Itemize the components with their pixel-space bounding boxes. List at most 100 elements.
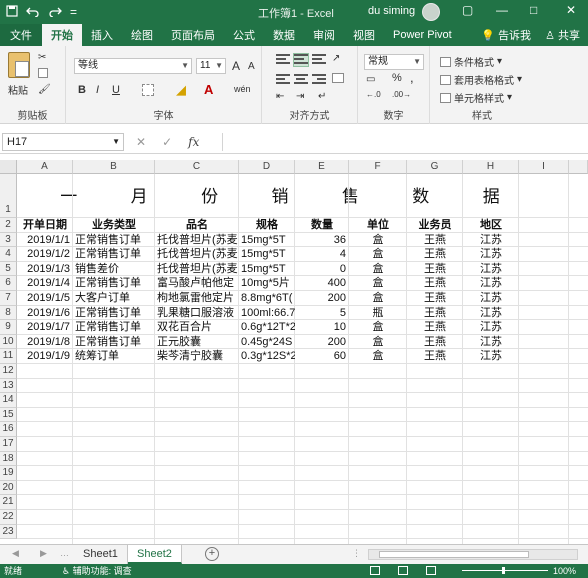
data-cell[interactable]: 枸地氯雷他定片: [157, 291, 239, 306]
data-cell[interactable]: 400: [295, 276, 349, 291]
paste-button[interactable]: 粘贴: [8, 82, 28, 97]
data-cell[interactable]: 15mg*5T: [241, 247, 295, 262]
avatar[interactable]: [422, 3, 440, 21]
header-cell[interactable]: 品名: [155, 218, 239, 233]
italic-button[interactable]: I: [96, 84, 99, 96]
cell-styles-button[interactable]: 单元格样式 ▾: [440, 90, 512, 105]
row-header-6[interactable]: 6: [0, 276, 17, 291]
row-header-20[interactable]: 20: [0, 480, 17, 496]
format-as-table-button[interactable]: 套用表格格式 ▾: [440, 72, 522, 87]
tab-formulas[interactable]: 公式: [224, 24, 264, 46]
data-cell[interactable]: 江苏: [463, 349, 519, 364]
data-cell[interactable]: 王燕: [407, 306, 463, 321]
data-cell[interactable]: 王燕: [407, 262, 463, 277]
data-cell[interactable]: 王燕: [407, 335, 463, 350]
column-header-i[interactable]: I: [519, 160, 569, 174]
worksheet-grid[interactable]: 一 月 份 销 售 数 据 A B C D E F G H I 1 2 3 4 5 6 7 8 9 10 11 12 13…: [0, 160, 588, 544]
more-sheets-icon[interactable]: …: [60, 548, 69, 558]
column-header-g[interactable]: G: [407, 160, 463, 174]
data-cell[interactable]: 王燕: [407, 349, 463, 364]
row-header-7[interactable]: 7: [0, 291, 17, 306]
bold-button[interactable]: B: [78, 84, 86, 96]
row-header-14[interactable]: 14: [0, 393, 17, 408]
paste-icon[interactable]: [8, 52, 30, 78]
increase-decimal-icon[interactable]: ←.0: [366, 90, 381, 99]
data-cell[interactable]: 15mg*5T: [241, 233, 295, 248]
underline-button[interactable]: U: [112, 84, 120, 96]
accounting-format-icon[interactable]: ▭: [366, 74, 375, 85]
minimize-icon[interactable]: —: [496, 3, 508, 17]
font-size-combo[interactable]: 11 ▼: [196, 58, 226, 74]
row-header-21[interactable]: 21: [0, 495, 17, 510]
data-cell[interactable]: 王燕: [407, 320, 463, 335]
data-cell[interactable]: 0: [295, 262, 349, 277]
tab-insert[interactable]: 插入: [82, 24, 122, 46]
column-header-e[interactable]: E: [295, 160, 349, 174]
data-cell[interactable]: 2019/1/4: [17, 276, 73, 291]
data-cell[interactable]: 盒: [349, 247, 407, 262]
row-header-13[interactable]: 13: [0, 378, 17, 394]
data-cell[interactable]: 正常销售订单: [75, 320, 155, 335]
data-cell[interactable]: 15mg*5T: [241, 262, 295, 277]
row-header-3[interactable]: 3: [0, 232, 17, 248]
percent-style-button[interactable]: %: [392, 72, 402, 84]
page-break-view-icon[interactable]: [426, 566, 436, 575]
data-cell[interactable]: 江苏: [463, 306, 519, 321]
left-align-icon[interactable]: [276, 74, 290, 86]
borders-icon[interactable]: [142, 84, 154, 96]
column-header-b[interactable]: B: [73, 160, 155, 174]
formula-input[interactable]: [222, 133, 578, 151]
data-cell[interactable]: 双花百合片: [157, 320, 239, 335]
header-cell[interactable]: 数量: [295, 218, 349, 233]
wrap-text-icon[interactable]: ↵: [318, 91, 326, 102]
column-header-c[interactable]: C: [155, 160, 239, 174]
data-cell[interactable]: 盒: [349, 320, 407, 335]
data-cell[interactable]: 200: [295, 291, 349, 306]
row-header-12[interactable]: 12: [0, 364, 17, 379]
data-cell[interactable]: 8.8mg*6T(: [241, 291, 295, 306]
font-name-combo[interactable]: 等线 ▼: [74, 58, 192, 74]
center-align-icon[interactable]: [294, 74, 308, 86]
data-cell[interactable]: 江苏: [463, 291, 519, 306]
data-cell[interactable]: 10: [295, 320, 349, 335]
data-cell[interactable]: 乳果糖口服溶液: [157, 306, 239, 321]
data-cell[interactable]: 100ml:66.7: [241, 306, 295, 321]
row-header-23[interactable]: 23: [0, 524, 17, 540]
tab-review[interactable]: 审阅: [304, 24, 344, 46]
header-cell[interactable]: 业务类型: [73, 218, 155, 233]
data-cell[interactable]: 统筹订单: [75, 349, 155, 364]
zoom-level[interactable]: 100%: [553, 564, 576, 578]
sheet-title[interactable]: 一 月 份 销 售 数 据: [41, 184, 543, 210]
data-cell[interactable]: 盒: [349, 335, 407, 350]
merge-center-icon[interactable]: [332, 73, 344, 83]
tab-power-pivot[interactable]: Power Pivot: [384, 24, 461, 46]
data-cell[interactable]: 盒: [349, 291, 407, 306]
data-cell[interactable]: 60: [295, 349, 349, 364]
data-cell[interactable]: 盒: [349, 262, 407, 277]
sheet-tab-sheet1[interactable]: Sheet1: [74, 545, 128, 564]
format-painter-icon[interactable]: 🖌: [38, 84, 51, 95]
column-header-d[interactable]: D: [239, 160, 295, 174]
data-cell[interactable]: 江苏: [463, 262, 519, 277]
name-box[interactable]: H17 ▼: [2, 133, 124, 151]
middle-align-icon[interactable]: [293, 53, 309, 67]
data-cell[interactable]: 王燕: [407, 291, 463, 306]
data-cell[interactable]: 2019/1/6: [17, 306, 73, 321]
data-cell[interactable]: 托伐普坦片(苏麦: [157, 262, 239, 277]
row-header-4[interactable]: 4: [0, 247, 17, 262]
data-cell[interactable]: 富马酸卢帕他定: [157, 276, 239, 291]
row-header-5[interactable]: 5: [0, 261, 17, 277]
row-header-9[interactable]: 9: [0, 320, 17, 335]
data-cell[interactable]: 200: [295, 335, 349, 350]
decrease-decimal-icon[interactable]: .00→: [392, 90, 411, 99]
data-cell[interactable]: 托伐普坦片(苏麦: [157, 247, 239, 262]
data-cell[interactable]: 江苏: [463, 276, 519, 291]
tab-view[interactable]: 视图: [344, 24, 384, 46]
undo-icon[interactable]: [26, 5, 40, 20]
comma-style-button[interactable]: ,: [410, 70, 414, 85]
data-cell[interactable]: 正常销售订单: [75, 233, 155, 248]
redo-icon[interactable]: [48, 5, 62, 20]
scrollbar-thumb[interactable]: [379, 551, 529, 558]
column-header-f[interactable]: F: [349, 160, 407, 174]
top-align-icon[interactable]: [276, 54, 290, 66]
